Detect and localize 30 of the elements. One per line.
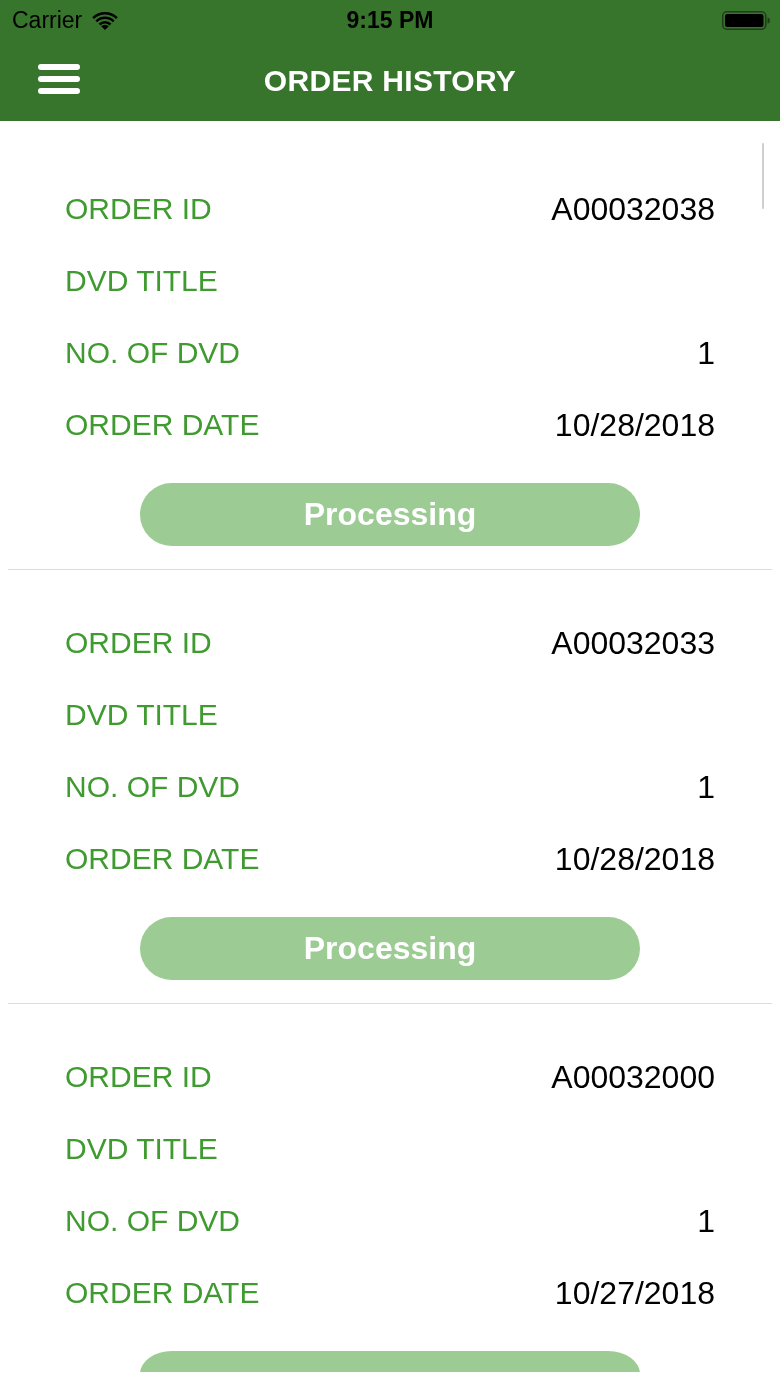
- field-label: NO. OF DVD: [65, 772, 240, 802]
- field-label: ORDER DATE: [65, 410, 260, 440]
- field-label: ORDER ID: [65, 628, 212, 658]
- field-value: 10/28/2018: [554, 843, 715, 875]
- menu-icon[interactable]: [38, 64, 80, 94]
- field-label: DVD TITLE: [65, 266, 218, 296]
- field-label: DVD TITLE: [65, 1134, 218, 1164]
- field-label: ORDER ID: [65, 194, 212, 224]
- status-button[interactable]: Processing: [140, 483, 640, 546]
- field-value: 10/28/2018: [554, 409, 715, 441]
- status-time: 9:15 PM: [346, 8, 434, 32]
- wifi-icon: [92, 10, 119, 30]
- status-button[interactable]: Processing: [140, 917, 640, 980]
- field-value: A00032038: [551, 193, 715, 225]
- field-label: ORDER DATE: [65, 1278, 260, 1308]
- field-value: A00032000: [551, 1061, 715, 1093]
- carrier-name: Carrier: [12, 8, 83, 32]
- field-value: 1: [697, 1205, 715, 1237]
- field-label: NO. OF DVD: [65, 338, 240, 368]
- field-value: 10/27/2018: [554, 1277, 715, 1309]
- field-label: DVD TITLE: [65, 700, 218, 730]
- field-label: ORDER ID: [65, 1062, 212, 1092]
- field-value: 1: [697, 771, 715, 803]
- field-value: 1: [697, 337, 715, 369]
- page-title: ORDER HISTORY: [263, 65, 517, 96]
- battery-icon: [722, 10, 770, 30]
- field-label: NO. OF DVD: [65, 1206, 240, 1236]
- field-label: ORDER DATE: [65, 844, 260, 874]
- scroll-indicator: [762, 143, 764, 209]
- field-value: A00032033: [551, 627, 715, 659]
